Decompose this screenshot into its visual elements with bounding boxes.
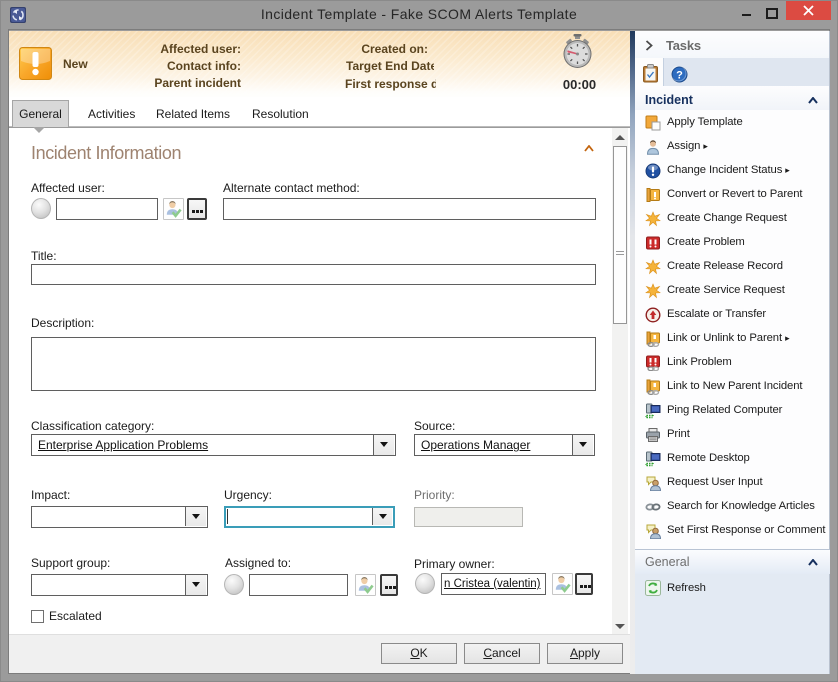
svg-text:?: ?	[676, 70, 683, 82]
